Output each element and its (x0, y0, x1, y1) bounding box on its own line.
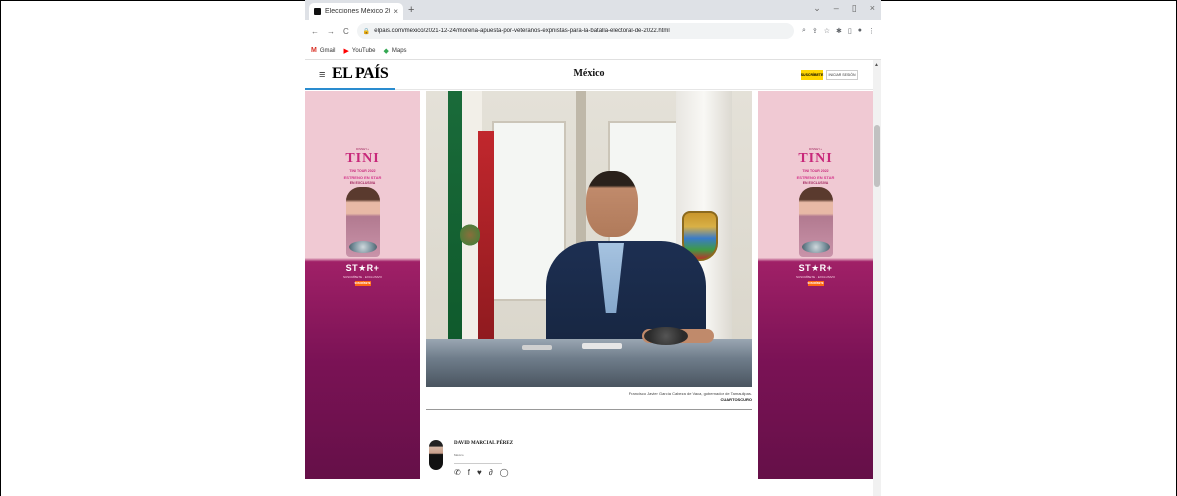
scroll-up-icon[interactable]: ▲ (874, 62, 879, 68)
scroll-thumb[interactable] (874, 125, 880, 187)
lock-icon[interactable]: 🔒 (363, 28, 370, 35)
bookmark-label: Gmail (319, 47, 336, 54)
ad-content: DISNEY+ TINI TINI TOUR 2022 ESTRENO EN S… (333, 91, 393, 291)
login-button[interactable]: INICIAR SESIÓN (826, 70, 858, 80)
toolbar-icons: ⌕ ⇪ ☆ ✱ ▯ ● ⋮ (802, 27, 875, 35)
link-icon[interactable]: ∂ (489, 468, 493, 477)
ad-line-2: ESTRENO EN STAR (343, 175, 382, 180)
share-bar: ✆ f ♥ ∂ ◯ (454, 468, 509, 477)
bookmark-gmail[interactable]: M Gmail (311, 47, 336, 54)
bookmark-maps[interactable]: ◆ Maps (383, 47, 406, 55)
browser-toolbar: ← → C 🔒 elpais.com/mexico/2021-12-24/mor… (305, 20, 881, 42)
reload-button[interactable]: C (343, 27, 349, 36)
ad-content: DISNEY+ TINI TINI TOUR 2022 ESTRENO EN S… (786, 91, 846, 291)
author-avatar[interactable] (429, 440, 443, 470)
menu-icon[interactable]: ⋮ (868, 27, 875, 35)
profile-icon[interactable]: ● (858, 27, 862, 35)
whatsapp-icon[interactable]: ✆ (454, 468, 461, 477)
bookmark-label: Maps (391, 47, 407, 54)
tab-bar: Elecciones México 2022: Moren × + ⌄ – ▯ … (305, 0, 881, 20)
elpais-favicon-icon (314, 8, 321, 15)
youtube-icon: ▶ (343, 47, 349, 55)
article-main-photo[interactable] (426, 91, 752, 387)
window-controls: ⌄ – ▯ × (813, 3, 875, 14)
web-page: ≡ EL PAÍS México SUSCRÍBETE INICIAR SESI… (305, 60, 881, 496)
ad-tagline: SUSCRÍBETE · EXCLUSIVO (795, 275, 835, 279)
conference-phone (644, 327, 688, 345)
man-head (586, 171, 638, 237)
ad-cta-button[interactable]: SUSCRÍBETE (354, 281, 371, 286)
photo-caption: Francisco Javier García Cabeza de Vaca, … (426, 391, 752, 403)
back-button[interactable]: ← (311, 27, 319, 36)
author-divider (454, 463, 502, 464)
site-header: ≡ EL PAÍS México SUSCRÍBETE INICIAR SESI… (305, 60, 873, 90)
puzzle-icon[interactable]: ✱ (836, 27, 842, 35)
facebook-icon[interactable]: f (468, 468, 470, 477)
ad-line-1: TINI TOUR 2022 (802, 169, 829, 173)
header-progress-bar (305, 88, 395, 90)
sidebar-icon[interactable]: ▯ (848, 27, 852, 35)
gmail-icon: M (311, 47, 317, 54)
close-tab-icon[interactable]: × (393, 7, 398, 16)
page-scrollbar[interactable]: ▲ (873, 60, 881, 496)
twitter-icon[interactable]: ♥ (477, 468, 482, 477)
maximize-icon[interactable]: ▯ (852, 3, 857, 14)
new-tab-button[interactable]: + (408, 3, 414, 17)
mexico-flag-image (448, 91, 494, 341)
ad-line-1: TINI TOUR 2022 (349, 169, 376, 173)
left-banner-ad[interactable]: DISNEY+ TINI TINI TOUR 2022 ESTRENO EN S… (305, 91, 420, 479)
minimize-icon[interactable]: – (834, 3, 839, 14)
ad-mirror-image (348, 241, 377, 253)
url-text[interactable]: elpais.com/mexico/2021-12-24/morena-apue… (374, 28, 669, 34)
desk-glasses (522, 345, 552, 350)
ad-brand-logo: ST★R+ (345, 263, 380, 273)
tab-search-icon[interactable]: ⌄ (813, 3, 821, 14)
close-window-icon[interactable]: × (870, 3, 875, 14)
caption-text: Francisco Javier García Cabeza de Vaca, … (628, 391, 752, 396)
browser-tab[interactable]: Elecciones México 2022: Moren × (309, 3, 403, 20)
address-bar[interactable]: 🔒 elpais.com/mexico/2021-12-24/morena-ap… (356, 23, 794, 39)
ad-headline: TINI (345, 151, 380, 166)
ad-headline: TINI (798, 151, 833, 166)
zoom-icon[interactable]: ⌕ (802, 27, 806, 35)
ad-tagline: SUSCRÍBETE · EXCLUSIVO (342, 275, 382, 279)
ad-cta-button[interactable]: SUSCRÍBETE (807, 281, 824, 286)
star-icon[interactable]: ☆ (824, 27, 830, 35)
browser-window: Elecciones México 2022: Moren × + ⌄ – ▯ … (305, 0, 881, 496)
comment-icon[interactable]: ◯ (500, 468, 509, 477)
ad-line-3: EN EXCLUSIVA (802, 181, 829, 185)
desk-papers (582, 343, 622, 349)
ad-line-3: EN EXCLUSIVA (349, 181, 376, 185)
ad-line-2: ESTRENO EN STAR (796, 175, 835, 180)
maps-icon: ◆ (383, 47, 389, 55)
caption-divider (426, 409, 752, 410)
bookmark-label: YouTube (351, 47, 376, 54)
right-banner-ad[interactable]: DISNEY+ TINI TINI TOUR 2022 ESTRENO EN S… (758, 91, 873, 479)
ad-brand-logo: ST★R+ (798, 263, 833, 273)
share-icon[interactable]: ⇪ (812, 27, 818, 35)
photo-credit: CUARTOSCURO (720, 397, 752, 402)
section-title[interactable]: México (305, 68, 873, 79)
author-meta: México (454, 453, 464, 457)
tab-title: Elecciones México 2022: Moren (325, 8, 390, 15)
ad-mirror-image (801, 241, 830, 253)
bookmarks-bar: M Gmail ▶ YouTube ◆ Maps (305, 42, 881, 60)
author-name[interactable]: DAVID MARCIAL PÉREZ (454, 441, 513, 446)
subscribe-button[interactable]: SUSCRÍBETE (801, 70, 823, 80)
forward-button[interactable]: → (327, 27, 335, 36)
bookmark-youtube[interactable]: ▶ YouTube (344, 47, 376, 55)
